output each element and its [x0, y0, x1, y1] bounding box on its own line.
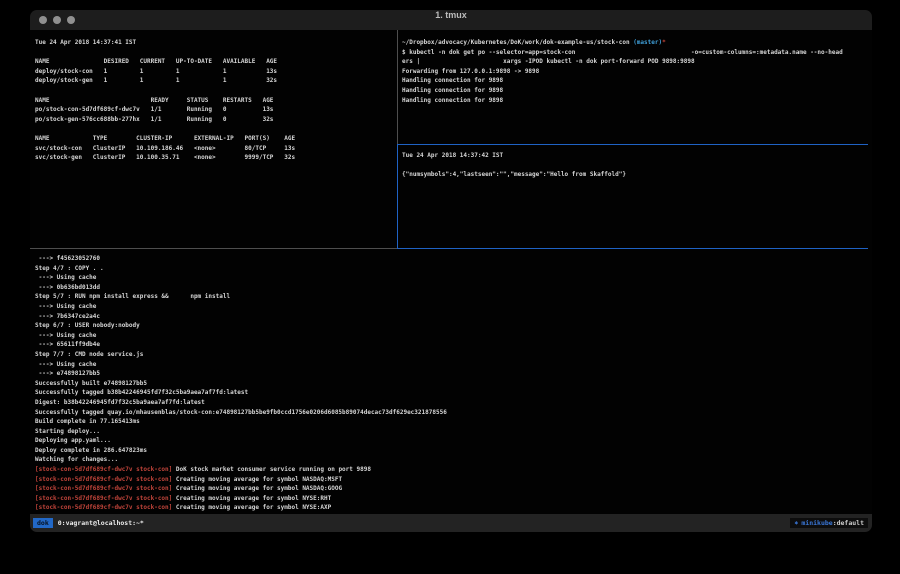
- terminal-line: svc/stock-con ClusterIP 10.109.186.46 <n…: [35, 144, 395, 154]
- terminal-line: ---> 65611ff9db4e: [35, 340, 870, 350]
- window-titlebar[interactable]: 1. tmux: [30, 10, 872, 30]
- terminal-line: Build complete in 77.165413ms: [35, 417, 870, 427]
- close-button[interactable]: [39, 16, 47, 24]
- zoom-button[interactable]: [67, 16, 75, 24]
- pane-curl-output[interactable]: Tue 24 Apr 2018 14:37:42 IST {"numsymbol…: [402, 151, 868, 180]
- pod-log-line: [stock-con-5d7df689cf-dwc7v stock-con] C…: [35, 475, 870, 485]
- pane-divider-bottom-left: [30, 248, 397, 249]
- terminal-line: ---> Using cache: [35, 331, 870, 341]
- pod-log-prefix: [stock-con-5d7df689cf-dwc7v stock-con]: [35, 476, 172, 483]
- terminal-line: Step 4/7 : COPY . .: [35, 264, 870, 274]
- window-title: 1. tmux: [30, 10, 872, 20]
- terminal-line: {"numsymbols":4,"lastseen":"","message":…: [402, 170, 868, 180]
- terminal-line: Deploying app.yaml...: [35, 436, 870, 446]
- terminal-line: po/stock-gen-576cc688bb-277hx 1/1 Runnin…: [35, 115, 395, 125]
- terminal-line: ---> 7b6347ce2a4c: [35, 312, 870, 322]
- pod-log-line: [stock-con-5d7df689cf-dwc7v stock-con] C…: [35, 494, 870, 504]
- terminal-line: Successfully built e74898127bb5: [35, 379, 870, 389]
- window-name-label[interactable]: 0:vagrant@localhost:~*: [58, 519, 144, 527]
- terminal-line: svc/stock-gen ClusterIP 10.100.35.71 <no…: [35, 153, 395, 163]
- terminal-line: po/stock-con-5d7df689cf-dwc7v 1/1 Runnin…: [35, 105, 395, 115]
- pod-log-prefix: [stock-con-5d7df689cf-dwc7v stock-con]: [35, 495, 172, 502]
- terminal-line: Forwarding from 127.0.0.1:9898 -> 9898: [402, 67, 868, 77]
- pane-kubectl-resources[interactable]: Tue 24 Apr 2018 14:37:41 IST NAME DESIRE…: [35, 38, 395, 163]
- terminal-line: Starting deploy...: [35, 427, 870, 437]
- pod-log-message: Creating moving average for symbol NASDA…: [172, 476, 342, 483]
- terminal-line: Step 5/7 : RUN npm install express && np…: [35, 292, 870, 302]
- pod-log-prefix: [stock-con-5d7df689cf-dwc7v stock-con]: [35, 466, 172, 473]
- terminal-line: deploy/stock-con 1 1 1 1 13s: [35, 67, 395, 77]
- terminal-line: Tue 24 Apr 2018 14:37:41 IST: [35, 38, 395, 48]
- tmux-status-bar: dok 0:vagrant@localhost:~* ⎈ minikube :d…: [30, 514, 872, 532]
- terminal-line: ---> 0b636bd013dd: [35, 283, 870, 293]
- terminal-line: Handling connection for 9898: [402, 86, 868, 96]
- pane-divider-vertical: [397, 30, 398, 144]
- pod-log-message: Creating moving average for symbol NYSE:…: [172, 504, 331, 511]
- minimize-button[interactable]: [53, 16, 61, 24]
- pane-divider-right-horizontal: [397, 144, 868, 145]
- prompt-path-line: ~/Dropbox/advocacy/Kubernetes/DoK/work/d…: [402, 38, 868, 48]
- terminal-line: Tue 24 Apr 2018 14:37:42 IST: [402, 151, 868, 161]
- cwd-path: ~/Dropbox/advocacy/Kubernetes/DoK/work/d…: [402, 39, 633, 46]
- pod-log-line: [stock-con-5d7df689cf-dwc7v stock-con] D…: [35, 465, 870, 475]
- terminal-line: ---> f45623052760: [35, 254, 870, 264]
- port-forward-output: $ kubectl -n dok get po --selector=app=s…: [402, 48, 868, 106]
- session-name-badge[interactable]: dok: [33, 518, 53, 528]
- git-branch: (master): [633, 39, 662, 46]
- terminal-line: NAME TYPE CLUSTER-IP EXTERNAL-IP PORT(S)…: [35, 134, 395, 144]
- terminal-line: $ kubectl -n dok get po --selector=app=s…: [402, 48, 868, 58]
- kube-context-label: minikube: [801, 519, 832, 527]
- terminal-line: Digest: b38b42246945fd7f32c5ba9aea7af7fd…: [35, 398, 870, 408]
- terminal-line: ers | xargs -IPOD kubectl -n dok port-fo…: [402, 57, 868, 67]
- terminal-line: ---> e74898127bb5: [35, 369, 870, 379]
- terminal-line: ---> Using cache: [35, 302, 870, 312]
- traffic-lights: [39, 16, 75, 24]
- terminal-line: ---> Using cache: [35, 273, 870, 283]
- helm-wheel-icon: ⎈: [794, 519, 798, 527]
- terminal-line: Step 6/7 : USER nobody:nobody: [35, 321, 870, 331]
- terminal-line: Watching for changes...: [35, 455, 870, 465]
- pane-skaffold-build[interactable]: ---> f45623052760Step 4/7 : COPY . . ---…: [35, 254, 870, 513]
- terminal-line: Successfully tagged quay.io/mhausenblas/…: [35, 408, 870, 418]
- terminal-line: [35, 86, 395, 96]
- pod-log-prefix: [stock-con-5d7df689cf-dwc7v stock-con]: [35, 485, 172, 492]
- git-dirty-marker: *: [662, 39, 666, 46]
- terminal-line: Step 7/7 : CMD node service.js: [35, 350, 870, 360]
- kube-namespace-label: :default: [833, 519, 864, 527]
- pod-log-output: [stock-con-5d7df689cf-dwc7v stock-con] D…: [35, 465, 870, 513]
- terminal-line: deploy/stock-gen 1 1 1 1 32s: [35, 76, 395, 86]
- pane-port-forward[interactable]: ~/Dropbox/advocacy/Kubernetes/DoK/work/d…: [402, 38, 868, 105]
- terminal-line: [35, 48, 395, 58]
- terminal-line: Handling connection for 9898: [402, 76, 868, 86]
- terminal-line: NAME DESIRED CURRENT UP-TO-DATE AVAILABL…: [35, 57, 395, 67]
- terminal-content: Tue 24 Apr 2018 14:37:41 IST NAME DESIRE…: [30, 30, 872, 514]
- terminal-window: 1. tmux Tue 24 Apr 2018 14:37:41 IST NAM…: [30, 10, 872, 532]
- pod-log-message: DoK stock market consumer service runnin…: [172, 466, 371, 473]
- terminal-line: Deploy complete in 286.647823ms: [35, 446, 870, 456]
- terminal-line: NAME READY STATUS RESTARTS AGE: [35, 96, 395, 106]
- pod-log-prefix: [stock-con-5d7df689cf-dwc7v stock-con]: [35, 504, 172, 511]
- desktop-background: 1. tmux Tue 24 Apr 2018 14:37:41 IST NAM…: [0, 0, 900, 574]
- pane-divider-bottom-right: [397, 248, 868, 249]
- pod-log-message: Creating moving average for symbol NASDA…: [172, 485, 342, 492]
- terminal-line: Successfully tagged b38b42246945fd7f32c5…: [35, 388, 870, 398]
- kube-context-badge: ⎈ minikube :default: [790, 518, 868, 528]
- terminal-line: [35, 124, 395, 134]
- terminal-line: [402, 161, 868, 171]
- terminal-line: ---> Using cache: [35, 360, 870, 370]
- terminal-line: Handling connection for 9898: [402, 96, 868, 106]
- pod-log-message: Creating moving average for symbol NYSE:…: [172, 495, 331, 502]
- pane-divider-vertical-active: [397, 144, 398, 248]
- build-output: ---> f45623052760Step 4/7 : COPY . . ---…: [35, 254, 870, 465]
- pod-log-line: [stock-con-5d7df689cf-dwc7v stock-con] C…: [35, 484, 870, 494]
- pod-log-line: [stock-con-5d7df689cf-dwc7v stock-con] C…: [35, 503, 870, 513]
